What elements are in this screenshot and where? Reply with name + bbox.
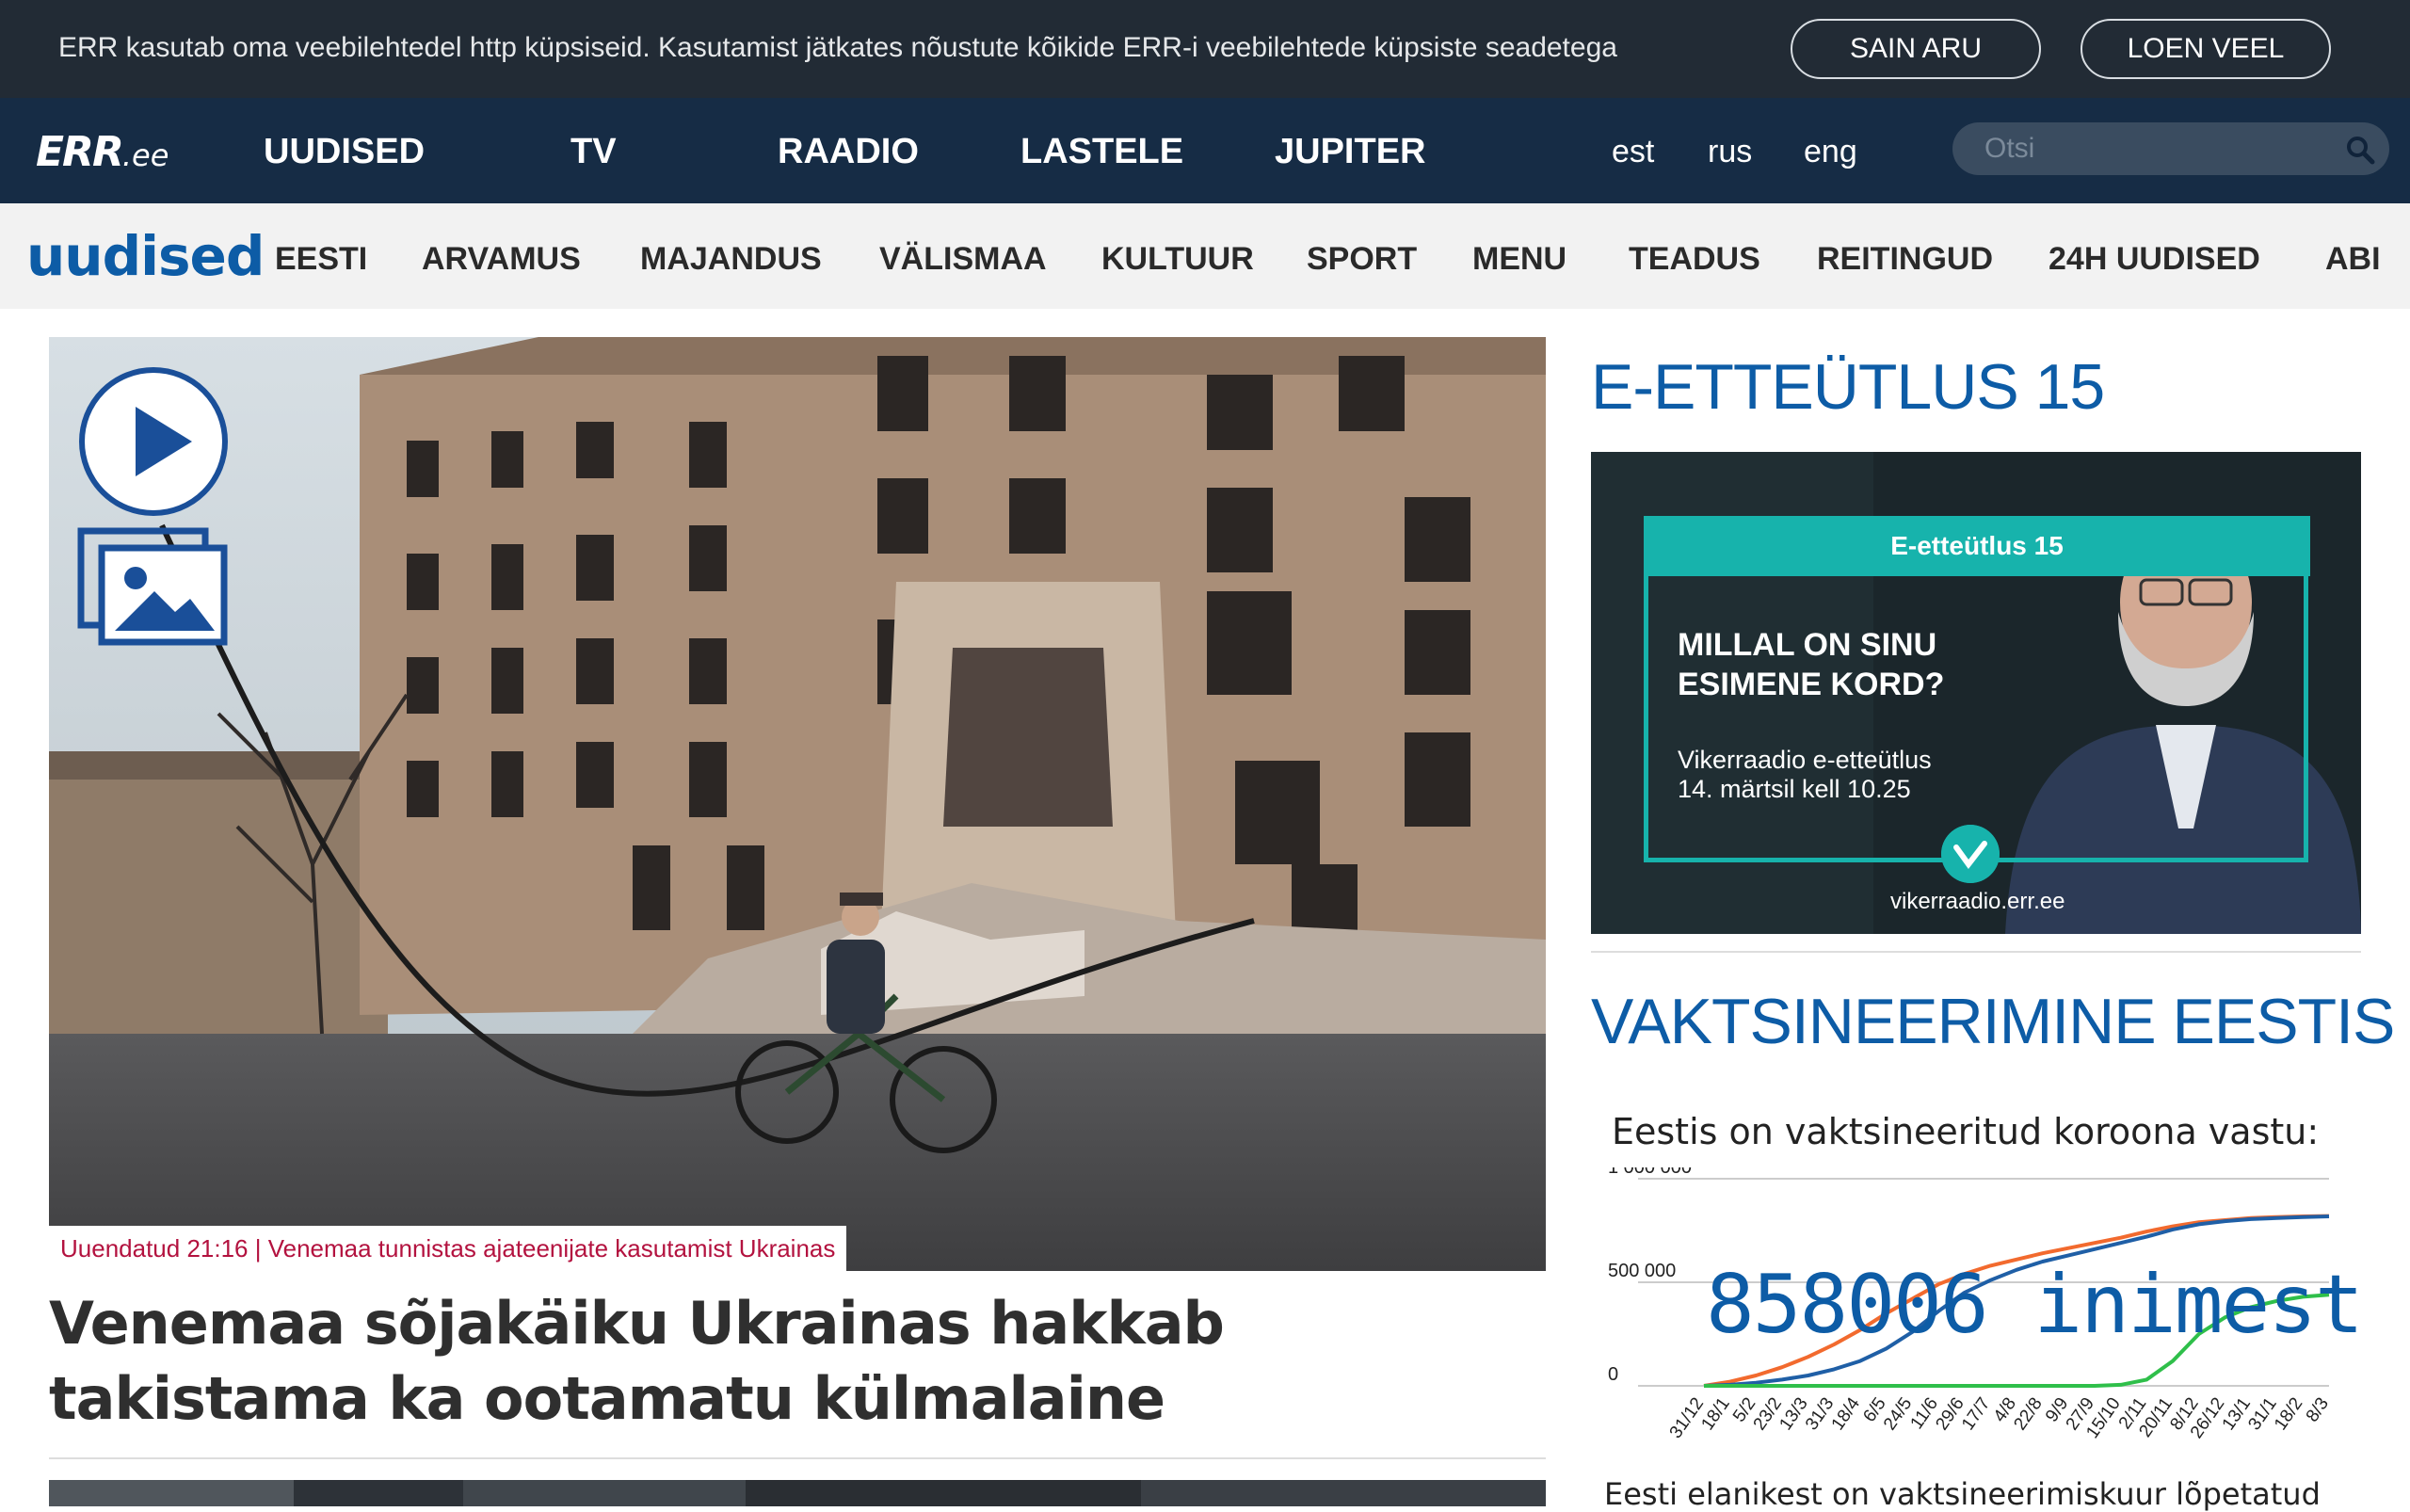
- cookie-read-more-button[interactable]: LOEN VEEL: [2081, 19, 2331, 79]
- hero-caption[interactable]: Uuendatud 21:16 | Venemaa tunnistas ajat…: [49, 1226, 847, 1271]
- banner-subtitle: Vikerraadio e-etteütlus 14. märtsil kell…: [1678, 746, 1932, 803]
- vaccination-subtitle: Eestis on vaktsineeritud koroona vastu:: [1612, 1111, 2320, 1152]
- cookie-bar: ERR kasutab oma veebilehtedel http küpsi…: [0, 0, 2410, 98]
- lang-rus[interactable]: rus: [1708, 134, 1752, 170]
- chart-x-tick-label: 18/1: [1697, 1394, 1733, 1434]
- top-navigation: ERR.ee UUDISED TV RAADIO LASTELE JUPITER…: [0, 98, 2410, 203]
- chart-x-tick-label: 31/3: [1802, 1394, 1838, 1434]
- subnav-item-sport[interactable]: SPORT: [1307, 241, 1417, 278]
- subnav-item-arvamus[interactable]: ARVAMUS: [422, 241, 581, 278]
- vaccination-heading[interactable]: VAKTSINEERIMINE EESTIS: [1591, 985, 2395, 1058]
- chart-x-tick-label: 22/8: [2010, 1394, 2046, 1434]
- chart-x-tick-label: 13/1: [2219, 1394, 2255, 1434]
- subnav-item-reitingud[interactable]: REITINGUD: [1817, 241, 1993, 278]
- chart-x-tick-label: 17/7: [1958, 1394, 1994, 1434]
- chart-x-tick-label: 13/3: [1775, 1394, 1811, 1434]
- article-divider: [49, 1457, 1546, 1459]
- sidebar-divider: [1591, 951, 2361, 953]
- lang-eng[interactable]: eng: [1804, 134, 1857, 170]
- subnav-item-abi[interactable]: ABI: [2325, 241, 2381, 278]
- search-icon[interactable]: [2344, 134, 2376, 166]
- subnav-item-24h-uudised[interactable]: 24H UUDISED: [2048, 241, 2260, 278]
- vaccinated-count: 858006 inimest: [1706, 1258, 2364, 1352]
- subnav-item-majandus[interactable]: MAJANDUS: [640, 241, 822, 278]
- nav-item-raadio[interactable]: RAADIO: [778, 132, 919, 172]
- play-video-icon[interactable]: [77, 365, 230, 518]
- chart-y-tick-label: 0: [1608, 1364, 1618, 1385]
- banner-title: E-etteütlus 15: [1644, 516, 2310, 576]
- subnav-item-kultuur[interactable]: KULTUUR: [1101, 241, 1254, 278]
- vikerraadio-logo-icon: [1941, 825, 2000, 883]
- banner-question: MILLAL ON SINU ESIMENE KORD?: [1678, 627, 1945, 702]
- nav-item-uudised[interactable]: UUDISED: [264, 132, 425, 172]
- chart-y-tick-label: 1 000 000: [1608, 1167, 1692, 1178]
- subnav-item-menu[interactable]: MENU: [1472, 241, 1566, 278]
- nav-item-lastele[interactable]: LASTELE: [1020, 132, 1183, 172]
- err-logo[interactable]: ERR.ee: [36, 128, 169, 176]
- chart-y-tick-label: 500 000: [1608, 1261, 1676, 1281]
- lang-est[interactable]: est: [1612, 134, 1654, 170]
- search-input[interactable]: [1984, 130, 2323, 168]
- cookie-message: ERR kasutab oma veebilehtedel http küpsi…: [58, 32, 1617, 63]
- promo-heading[interactable]: E-ETTEÜTLUS 15: [1591, 350, 2105, 424]
- chart-x-tick-label: 29/6: [1932, 1394, 1968, 1434]
- vaccination-footer: Eesti elanikest on vaktsineerimiskuur lõ…: [1604, 1476, 2321, 1512]
- subnav-item-valismaa[interactable]: VÄLISMAA: [879, 241, 1047, 278]
- chart-x-tick-label: 18/2: [2271, 1394, 2306, 1434]
- e-etteutlus-banner[interactable]: E-etteütlus 15 MILLAL ON SINU ESIMENE KO…: [1591, 452, 2361, 934]
- nav-item-tv[interactable]: TV: [570, 132, 617, 172]
- hero-image[interactable]: Uuendatud 21:16 | Venemaa tunnistas ajat…: [49, 337, 1546, 1271]
- subnav-item-eesti[interactable]: EESTI: [275, 241, 367, 278]
- nav-item-jupiter[interactable]: JUPITER: [1275, 132, 1425, 172]
- image-gallery-icon[interactable]: [77, 525, 230, 648]
- chart-x-tick-label: 18/4: [1828, 1393, 1865, 1434]
- chart-x-tick-label: 8/3: [2303, 1394, 2333, 1426]
- main-headline[interactable]: Venemaa sõjakäiku Ukrainas hakkab takist…: [49, 1286, 1546, 1437]
- cookie-accept-button[interactable]: SAIN ARU: [1791, 19, 2041, 79]
- subnav-item-teadus[interactable]: TEADUS: [1629, 241, 1760, 278]
- hero-photo: [49, 337, 1546, 1271]
- chart-x-tick-label: 23/2: [1750, 1394, 1786, 1434]
- search-box: [1952, 122, 2389, 175]
- chart-x-tick-label: 24/5: [1880, 1394, 1916, 1434]
- chart-x-tick-label: 31/1: [2244, 1394, 2280, 1434]
- banner-url: vikerraadio.err.ee: [1890, 889, 2065, 914]
- next-article-thumbnail[interactable]: [49, 1480, 1546, 1506]
- section-title[interactable]: uudised: [26, 224, 265, 288]
- section-navigation: uudised EESTI ARVAMUS MAJANDUS VÄLISMAA …: [0, 203, 2410, 309]
